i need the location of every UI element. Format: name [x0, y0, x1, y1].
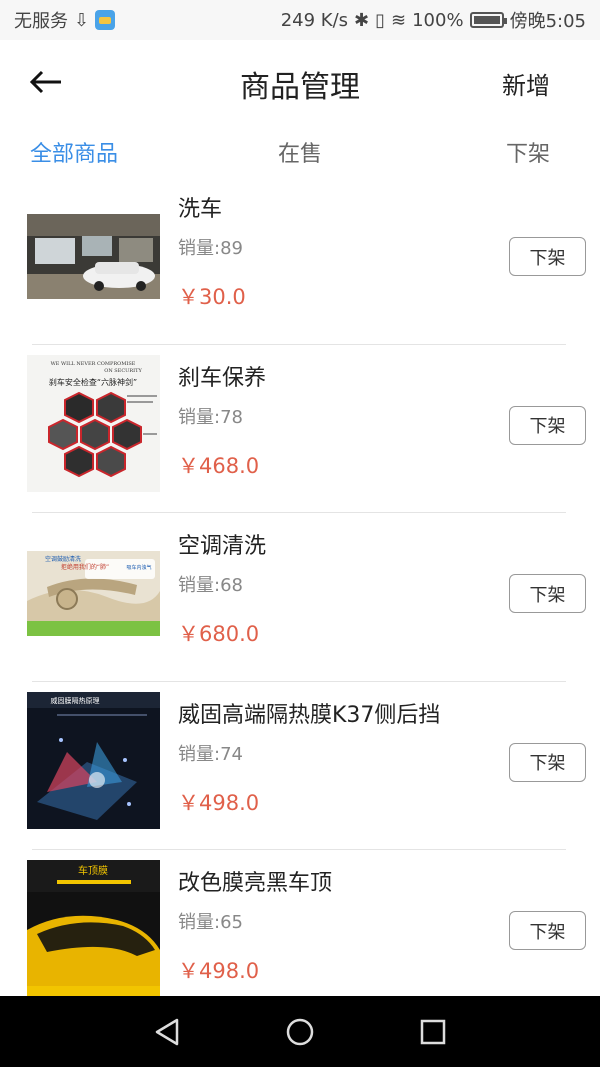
thumb-caption: 威固膜隔热原理 [51, 696, 100, 705]
system-recents-button[interactable] [413, 1012, 453, 1052]
network-speed: 249 K/s [280, 9, 349, 31]
system-back-button[interactable] [147, 1012, 187, 1052]
product-list: 洗车 销量:89 ￥30.0 下架 WE WILL NEVER COMPROMI… [0, 176, 600, 996]
tab-all-products[interactable]: 全部商品 [30, 136, 118, 168]
take-off-shelf-button[interactable]: 下架 [509, 237, 586, 276]
gallery-app-icon [95, 10, 116, 30]
thumb-caption: 空调鼓励清洗 [45, 555, 81, 563]
thumb-caption: 吸车内浊气 [126, 564, 151, 571]
usb-icon: ⇩ [74, 9, 90, 31]
circle-home-icon [286, 1018, 314, 1045]
product-thumbnail: 威固膜隔热原理 [27, 691, 160, 829]
product-price: ￥30.0 [178, 285, 246, 309]
product-name: 威固高端隔热膜K37侧后挡 [178, 702, 441, 728]
take-off-shelf-button[interactable]: 下架 [509, 405, 586, 445]
product-sales: 销量:74 [178, 743, 243, 765]
product-price: ￥498.0 [178, 959, 260, 983]
product-name: 空调清洗 [178, 534, 267, 559]
product-thumbnail: 空调鼓励清洗 拒绝用我们的“肺” 吸车内浊气 [27, 551, 160, 636]
product-item[interactable]: 威固膜隔热原理 威固高端隔热膜K37侧后挡 销量:74 ￥498.0 下架 [0, 682, 600, 850]
product-name: 洗车 [178, 197, 223, 222]
clock: 傍晚5:05 [509, 11, 586, 32]
add-product-button[interactable]: 新增 [502, 66, 550, 101]
product-thumbnail [27, 214, 160, 299]
triangle-back-icon [155, 1018, 178, 1045]
product-sales: 销量:89 [178, 238, 243, 259]
thumb-caption: WE WILL NEVER COMPROMISE [51, 361, 136, 367]
product-sales: 销量:68 [178, 575, 243, 596]
battery-percent: 100% [412, 9, 464, 31]
product-sales: 销量:65 [178, 912, 243, 933]
tab-off-shelf[interactable]: 下架 [506, 136, 550, 168]
battery-icon [469, 12, 507, 28]
wifi-icon: ≋ [391, 9, 407, 31]
product-price: ￥680.0 [178, 622, 260, 646]
product-item[interactable]: 车顶膜 改色膜亮黑车顶 销量:65 ￥498.0 下架 [0, 850, 600, 996]
thumb-caption: 刹车安全检查“六脉神剑” [49, 377, 137, 387]
status-right: 249 K/s ✱ ▯ ≋ 100% 傍晚5:05 [281, 7, 586, 33]
thumb-caption: 车顶膜 [78, 864, 108, 877]
product-name: 刹车保养 [178, 365, 267, 391]
product-sales: 销量:78 [178, 406, 243, 428]
tab-on-sale[interactable]: 在售 [278, 136, 322, 168]
status-left: 无服务 ⇩ [14, 7, 116, 33]
take-off-shelf-button[interactable]: 下架 [509, 911, 586, 950]
product-item[interactable]: 空调鼓励清洗 拒绝用我们的“肺” 吸车内浊气 空调清洗 销量:68 ￥680.0… [0, 513, 600, 682]
square-recents-icon [421, 1019, 446, 1044]
vibrate-icon: ▯ [375, 9, 386, 31]
thumb-caption: 拒绝用我们的“肺” [61, 563, 109, 571]
nav-bar: 商品管理 新增 [0, 40, 600, 124]
product-name: 改色膜亮黑车顶 [178, 871, 333, 896]
carrier-text: 无服务 [14, 11, 68, 32]
bluetooth-icon: ✱ [354, 9, 370, 31]
product-thumbnail: WE WILL NEVER COMPROMISE ON SECURITY 刹车安… [27, 354, 160, 492]
product-price: ￥468.0 [178, 453, 260, 478]
product-price: ￥498.0 [178, 790, 260, 815]
take-off-shelf-button[interactable]: 下架 [509, 574, 586, 613]
product-item[interactable]: 洗车 销量:89 ￥30.0 下架 [0, 176, 600, 345]
product-thumbnail: 车顶膜 [27, 860, 160, 996]
system-navigation-bar [0, 996, 600, 1067]
system-home-button[interactable] [280, 1012, 320, 1052]
filter-tabs: 全部商品 在售 下架 [0, 124, 600, 176]
status-bar: 无服务 ⇩ 249 K/s ✱ ▯ ≋ 100% 傍晚5:05 [0, 0, 600, 40]
product-item[interactable]: WE WILL NEVER COMPROMISE ON SECURITY 刹车安… [0, 345, 600, 513]
take-off-shelf-button[interactable]: 下架 [509, 742, 586, 782]
thumb-caption: ON SECURITY [104, 368, 142, 374]
